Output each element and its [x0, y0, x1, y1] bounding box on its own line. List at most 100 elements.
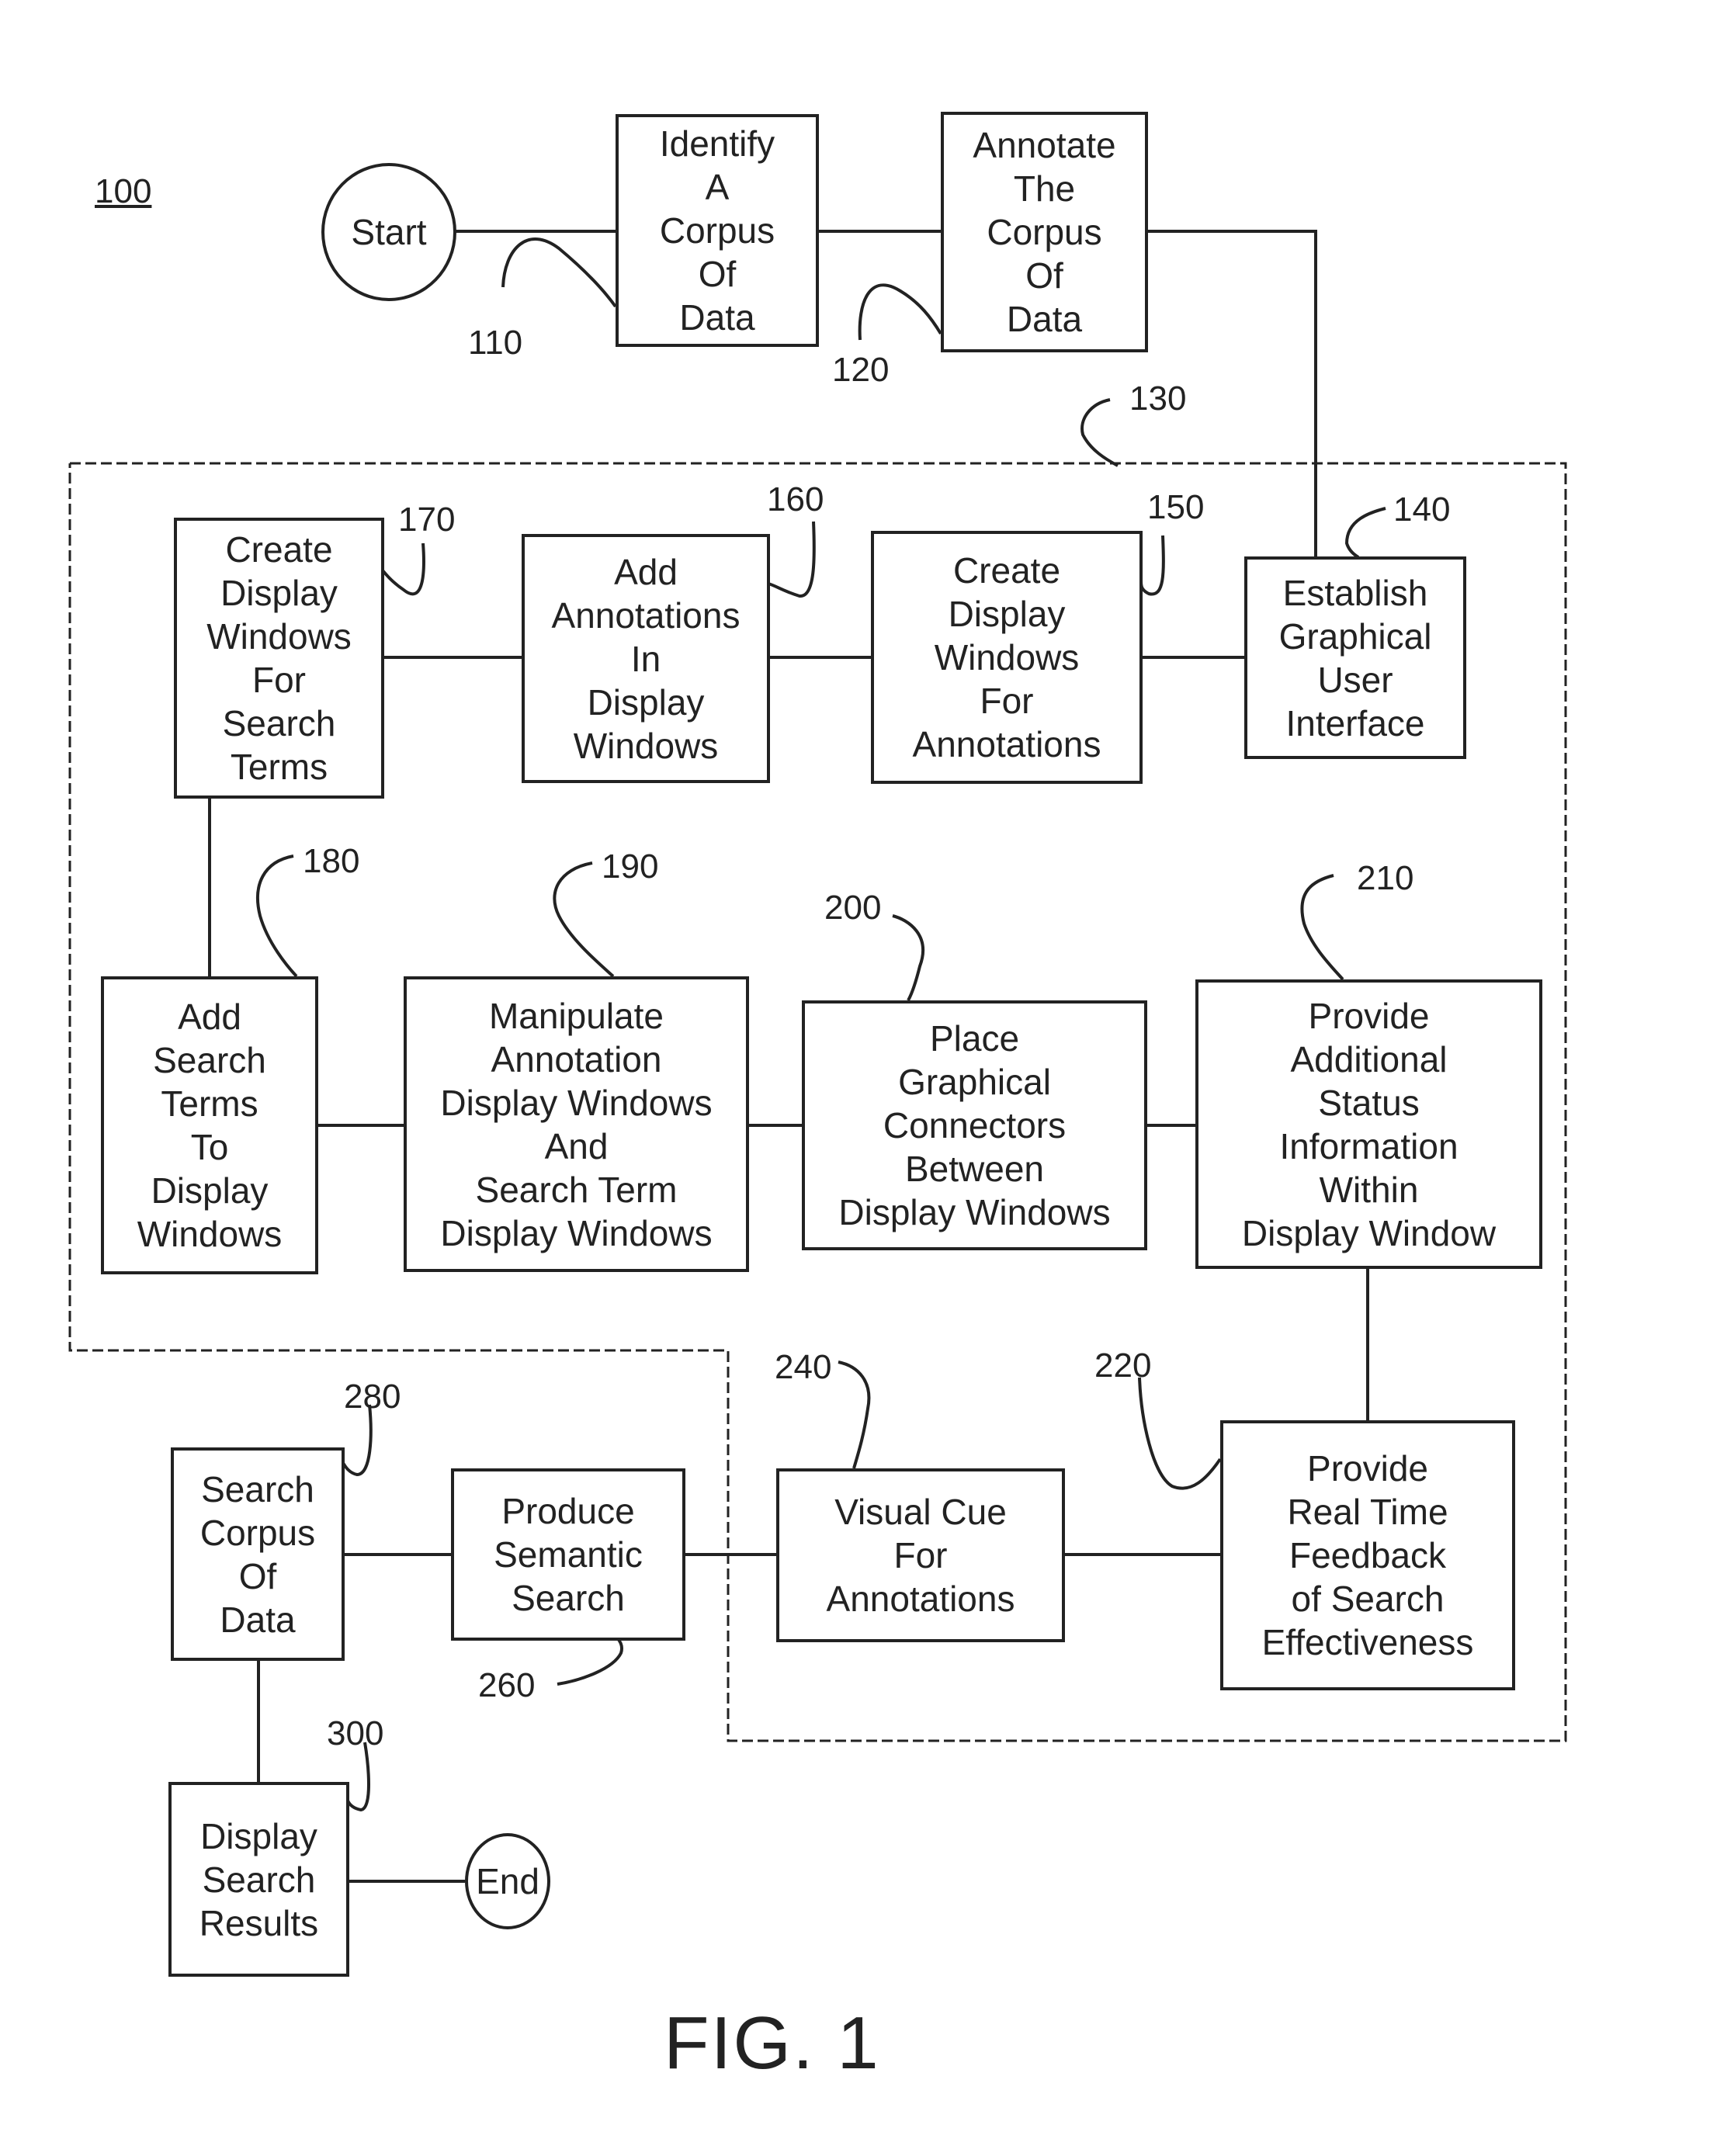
start-label: Start	[351, 212, 427, 252]
step-text-line: Graphical	[1278, 615, 1432, 657]
step-create-search-term-windows: Create Display Windows For Search Terms	[174, 518, 384, 799]
step-text-line: of Search	[1291, 1579, 1445, 1619]
start-terminal: Start	[321, 163, 456, 301]
step-text-line: Search	[512, 1578, 625, 1618]
end-terminal: End	[465, 1833, 550, 1929]
step-text-line: Display	[587, 681, 705, 723]
leader-240	[838, 1360, 871, 1469]
step-text-line: Semantic	[494, 1534, 643, 1575]
step-text-line: Display Windows	[838, 1192, 1111, 1232]
step-text-line: For	[252, 660, 306, 700]
leader-220	[1138, 1377, 1222, 1490]
step-text-line: Effectiveness	[1261, 1622, 1474, 1662]
step-text-line: Feedback	[1289, 1535, 1446, 1575]
step-text-line: Identify	[659, 123, 775, 164]
ref-130: 130	[1129, 380, 1187, 418]
leader-170	[381, 542, 425, 596]
step-realtime-feedback: Provide Real Time Feedback of Search Effecti…	[1220, 1420, 1515, 1690]
step-text-line: Visual Cue	[834, 1492, 1007, 1532]
step-text-line: Windows	[934, 637, 1080, 678]
step-text-line: Establish	[1282, 572, 1428, 613]
step-text-line: Of	[1025, 255, 1063, 296]
step-text-line: User	[1317, 659, 1393, 700]
ref-190: 190	[602, 847, 659, 886]
step-text-line: Terms	[161, 1083, 258, 1124]
step-text-line: Windows	[137, 1214, 283, 1254]
ref-160: 160	[767, 480, 824, 518]
step-text-line: Terms	[230, 747, 328, 787]
step-text-line: Data	[679, 297, 755, 338]
step-text-line: Of	[698, 254, 737, 294]
step-text-line: Corpus	[199, 1512, 316, 1553]
figure-label: FIG. 1	[664, 2002, 880, 2085]
step-text-line: Display	[200, 1815, 317, 1856]
step-text-line: To	[190, 1127, 229, 1167]
step-text-line: Display	[220, 573, 338, 613]
step-text-line: Corpus	[987, 212, 1102, 252]
leader-210	[1300, 874, 1344, 981]
step-text-line: A	[705, 167, 730, 207]
step-manipulate-windows: Manipulate Annotation Display Windows And Se…	[404, 976, 749, 1272]
ref-170: 170	[398, 501, 456, 539]
leader-160	[768, 521, 816, 598]
step-text-line: Windows	[206, 616, 352, 657]
step-text-line: Manipulate	[488, 995, 664, 1036]
step-text-line: Real Time	[1287, 1492, 1448, 1532]
ref-260: 260	[478, 1666, 536, 1704]
step-text-line: Of	[238, 1555, 277, 1596]
leader-300	[346, 1742, 370, 1812]
step-text-line: Corpus	[659, 210, 775, 251]
end-label: End	[476, 1861, 539, 1901]
step-text-line: The	[1013, 168, 1076, 209]
step-text-line: Search	[153, 1040, 266, 1080]
leader-150	[1139, 535, 1165, 596]
step-text-line: Information	[1279, 1125, 1459, 1166]
step-text-line: Produce	[501, 1491, 635, 1531]
step-text-line: Connectors	[883, 1105, 1067, 1146]
step-text-line: Place	[929, 1018, 1020, 1059]
step-text-line: Annotations	[551, 594, 741, 636]
step-text-line: Search	[222, 703, 336, 744]
step-text-line: Display Windows	[440, 1082, 713, 1123]
step-add-annotations: Add Annotations In Display Windows	[522, 534, 770, 783]
leader-110	[501, 237, 617, 308]
ref-140: 140	[1393, 490, 1451, 529]
step-text-line: Data	[1006, 299, 1083, 339]
ref-180: 180	[303, 842, 360, 880]
step-text-line: Add	[614, 551, 678, 592]
step-text-line: Annotation	[491, 1038, 662, 1080]
leader-130	[1080, 398, 1119, 467]
step-text-line: Display Windows	[440, 1212, 713, 1253]
ref-220: 220	[1094, 1347, 1152, 1385]
step-text-line: Data	[220, 1599, 296, 1640]
ref-200: 200	[824, 889, 882, 927]
step-text-line: And	[544, 1125, 609, 1166]
step-text-line: Annotate	[973, 125, 1116, 165]
step-text-line: In	[630, 638, 661, 679]
step-text-line: Search Term	[475, 1169, 678, 1210]
step-text-line: Results	[199, 1902, 319, 1943]
step-text-line: Create	[952, 550, 1061, 591]
ref-240: 240	[775, 1348, 832, 1386]
step-annotate-corpus: Annotate The Corpus Of Data	[941, 112, 1148, 352]
step-add-search-terms: Add Search Terms To Display Windows	[101, 976, 318, 1274]
step-text-line: Status	[1318, 1082, 1420, 1123]
step-search-corpus: Search Corpus Of Data	[171, 1447, 345, 1661]
step-text-line: Provide	[1308, 995, 1430, 1036]
diagram-reference-number: 100	[95, 172, 152, 210]
leader-120	[858, 283, 942, 341]
ref-300: 300	[327, 1714, 384, 1752]
step-identify-corpus: Identify A Corpus Of Data	[616, 114, 819, 347]
step-text-line: Interface	[1285, 702, 1425, 744]
step-text-line: For	[980, 681, 1034, 721]
step-text-line: Between	[904, 1149, 1044, 1189]
step-text-line: For	[893, 1535, 948, 1575]
step-text-line: Additional	[1290, 1038, 1448, 1080]
step-semantic-search: Produce Semantic Search	[451, 1468, 685, 1641]
step-display-results: Display Search Results	[168, 1782, 349, 1977]
step-text-line: Search	[201, 1468, 314, 1510]
step-text-line: Display Window	[1241, 1212, 1497, 1253]
step-text-line: Within	[1319, 1169, 1419, 1210]
ref-280: 280	[344, 1378, 401, 1416]
ref-120: 120	[832, 351, 890, 389]
